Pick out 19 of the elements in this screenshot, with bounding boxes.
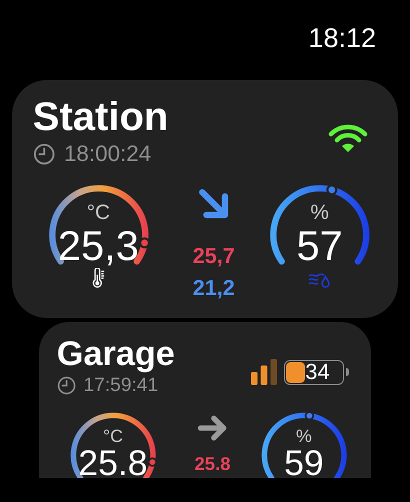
update-time: 18:00:24 [64, 141, 152, 168]
unit-label: °C [102, 428, 123, 446]
unit-label: °C [86, 203, 110, 224]
gauge-value: 57 [296, 224, 343, 268]
unit-label: % [296, 428, 312, 446]
gauge-value: 25,3 [58, 224, 139, 268]
unit-label: % [310, 203, 329, 224]
station-card[interactable]: Garage 17:59:41 34 °C 25.8 25.8 % 59 [39, 322, 371, 478]
gauge-value: 59 [284, 445, 324, 478]
battery-indicator: 34 [284, 360, 350, 386]
station-name: Garage [56, 334, 175, 374]
high-value: 25,7 [192, 243, 235, 270]
update-time: 17:59:41 [84, 374, 158, 397]
station-name: Station [32, 94, 168, 140]
station-card[interactable]: Station 18:00:24 °C 25,3 25,7 21,2 % 57 [12, 80, 398, 318]
low-value: 21,2 [192, 274, 235, 301]
clock-time: 18:12 [308, 22, 376, 54]
high-value: 25.8 [194, 452, 231, 475]
gauge-value: 25.8 [78, 445, 148, 478]
